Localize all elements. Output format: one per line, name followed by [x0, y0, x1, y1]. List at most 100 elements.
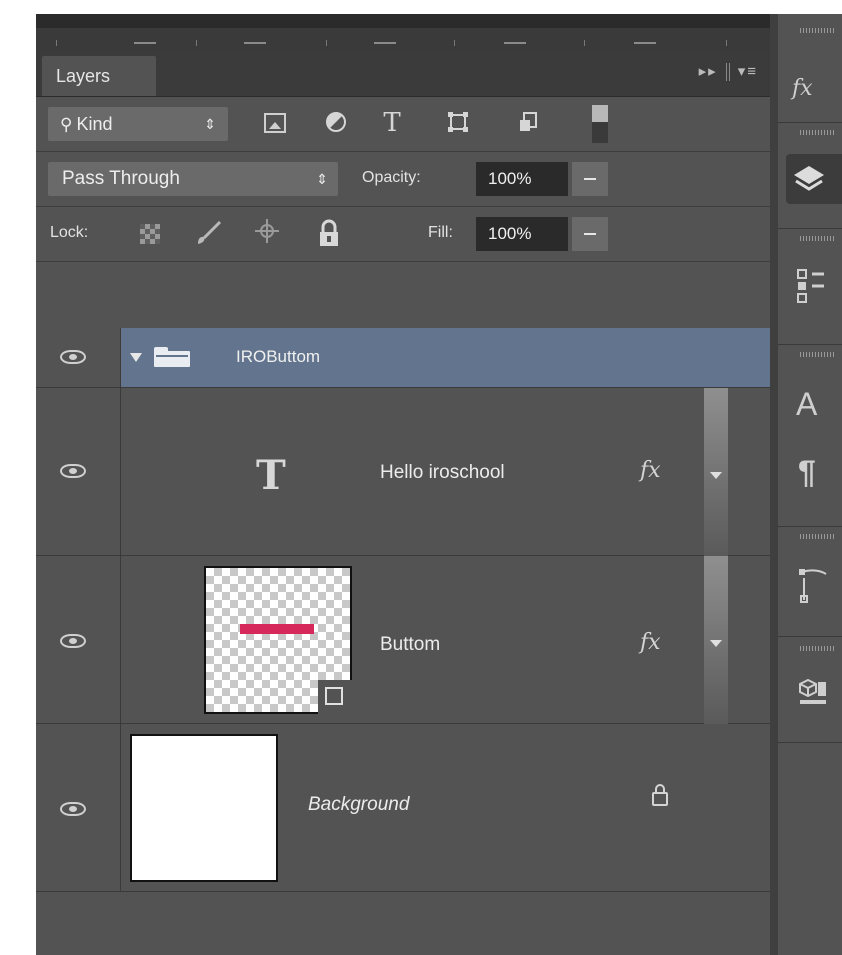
horizontal-ruler [36, 28, 770, 53]
opacity-dropdown-button[interactable] [572, 162, 608, 196]
lock-icon [652, 784, 668, 806]
pen-path-icon[interactable] [798, 566, 828, 611]
smart-object-filter-icon[interactable] [516, 111, 540, 135]
layer-name: IROButtom [236, 347, 321, 366]
dock-divider [778, 228, 842, 229]
ruler-tick [454, 40, 455, 46]
3d-panel-icon[interactable] [798, 676, 828, 711]
type-filter-icon[interactable]: T [380, 110, 404, 136]
fill-label: Fill: [428, 224, 453, 241]
lock-transparent-pixels-icon[interactable] [140, 224, 160, 244]
visibility-column [36, 328, 121, 387]
layers-empty-area [36, 892, 770, 955]
layer-row-group[interactable]: IROButtom [36, 328, 770, 388]
smart-object-glyph [520, 112, 537, 131]
dock-grip[interactable] [800, 352, 836, 357]
layers-panel-icon[interactable] [786, 154, 842, 204]
ruler-tick [584, 40, 585, 46]
ruler-tick [134, 42, 156, 44]
effects-expand-handle[interactable] [704, 388, 728, 556]
ruler-tick [504, 42, 526, 44]
layer-row-shape[interactable]: Buttom fx [36, 556, 770, 724]
lock-image-pixels-icon[interactable] [194, 220, 224, 252]
ruler-tick [196, 40, 197, 46]
fill-dropdown-button[interactable] [572, 217, 608, 251]
collapse-panel-icon[interactable]: ▸▸ [699, 63, 718, 80]
ruler-tick [326, 40, 327, 46]
padlock-glyph [320, 219, 338, 246]
dock-grip[interactable] [800, 236, 836, 241]
panel-separator [725, 63, 730, 82]
shape-filter-icon[interactable] [446, 111, 470, 135]
dock-divider [778, 742, 842, 743]
layer-row-background[interactable]: Background [36, 724, 770, 892]
eye-icon[interactable] [60, 350, 86, 364]
visibility-column [36, 388, 121, 555]
chevron-down-icon [710, 472, 722, 479]
fx-icon[interactable]: fx [640, 630, 661, 655]
right-dock: fx A ¶ [778, 14, 842, 955]
select-arrows-icon: ⇕ [204, 116, 216, 132]
fx-icon[interactable]: fx [640, 458, 661, 483]
filter-kind-label: Kind [76, 114, 113, 134]
panel-tab-bar: Layers ▸▸ ▾≡ [36, 52, 770, 97]
folder-icon [154, 347, 190, 367]
paths-panel-icon[interactable] [796, 268, 826, 309]
dock-divider [778, 636, 842, 637]
eye-icon[interactable] [60, 802, 86, 816]
photoshop-window: Layers ▸▸ ▾≡ ⚲ Kind ⇕ T Pass Through ⇕ O… [0, 0, 842, 955]
lock-all-icon[interactable] [318, 219, 340, 253]
dock-grip[interactable] [800, 646, 836, 651]
tab-layers[interactable]: Layers [42, 56, 156, 96]
chevron-down-icon [710, 640, 722, 647]
lock-position-icon[interactable] [254, 218, 280, 250]
layer-name: Background [308, 794, 410, 815]
adjustment-glyph [326, 112, 346, 132]
filter-kind-select[interactable]: ⚲ Kind ⇕ [48, 107, 228, 141]
lock-row: Lock: Fill: 100% [36, 207, 770, 262]
fill-input[interactable]: 100% [476, 217, 568, 251]
blend-row: Pass Through ⇕ Opacity: 100% [36, 152, 770, 207]
layers-stack-glyph [794, 166, 824, 191]
layer-name: Buttom [380, 634, 441, 655]
adjustment-filter-icon[interactable] [324, 111, 348, 135]
eye-icon[interactable] [60, 634, 86, 648]
cube-glyph [799, 678, 826, 704]
dock-divider [778, 344, 842, 345]
toggle-knob [592, 105, 608, 122]
lock-label: Lock: [50, 224, 89, 241]
dock-grip[interactable] [800, 130, 836, 135]
layers-panel: Layers ▸▸ ▾≡ ⚲ Kind ⇕ T Pass Through ⇕ O… [36, 52, 770, 955]
opacity-input[interactable]: 100% [476, 162, 568, 196]
brush-glyph [198, 220, 222, 244]
filter-row: ⚲ Kind ⇕ T [36, 97, 770, 152]
ruler-tick [56, 40, 57, 46]
layer-row-text[interactable]: T Hello iroschool fx [36, 388, 770, 556]
expand-triangle-icon[interactable] [130, 353, 142, 362]
filter-toggle[interactable] [592, 105, 608, 143]
ruler-tick [374, 42, 396, 44]
layer-name: Hello iroschool [380, 462, 505, 483]
top-strip [36, 14, 842, 28]
panel-controls: ▸▸ ▾≡ [699, 62, 758, 82]
effects-expand-handle[interactable] [704, 556, 728, 724]
folder-body [154, 351, 190, 367]
dock-separator [770, 14, 778, 955]
dock-divider [778, 526, 842, 527]
type-layer-thumbnail-icon: T [256, 452, 286, 499]
background-layer-thumbnail [130, 734, 278, 882]
dock-grip[interactable] [800, 534, 836, 539]
panel-menu-icon[interactable]: ▾≡ [738, 63, 758, 80]
opacity-label: Opacity: [362, 169, 421, 186]
image-filter-icon[interactable] [264, 113, 286, 133]
character-panel-icon[interactable]: A [796, 386, 817, 423]
search-icon: ⚲ [60, 115, 73, 134]
styles-panel-icon[interactable]: fx [792, 76, 813, 101]
eye-icon[interactable] [60, 464, 86, 478]
move-glyph [255, 219, 279, 243]
blend-mode-label: Pass Through [62, 168, 180, 189]
dock-grip[interactable] [800, 28, 836, 33]
paths-glyph [797, 269, 824, 303]
blend-mode-select[interactable]: Pass Through ⇕ [48, 162, 338, 196]
paragraph-panel-icon[interactable]: ¶ [798, 454, 816, 491]
